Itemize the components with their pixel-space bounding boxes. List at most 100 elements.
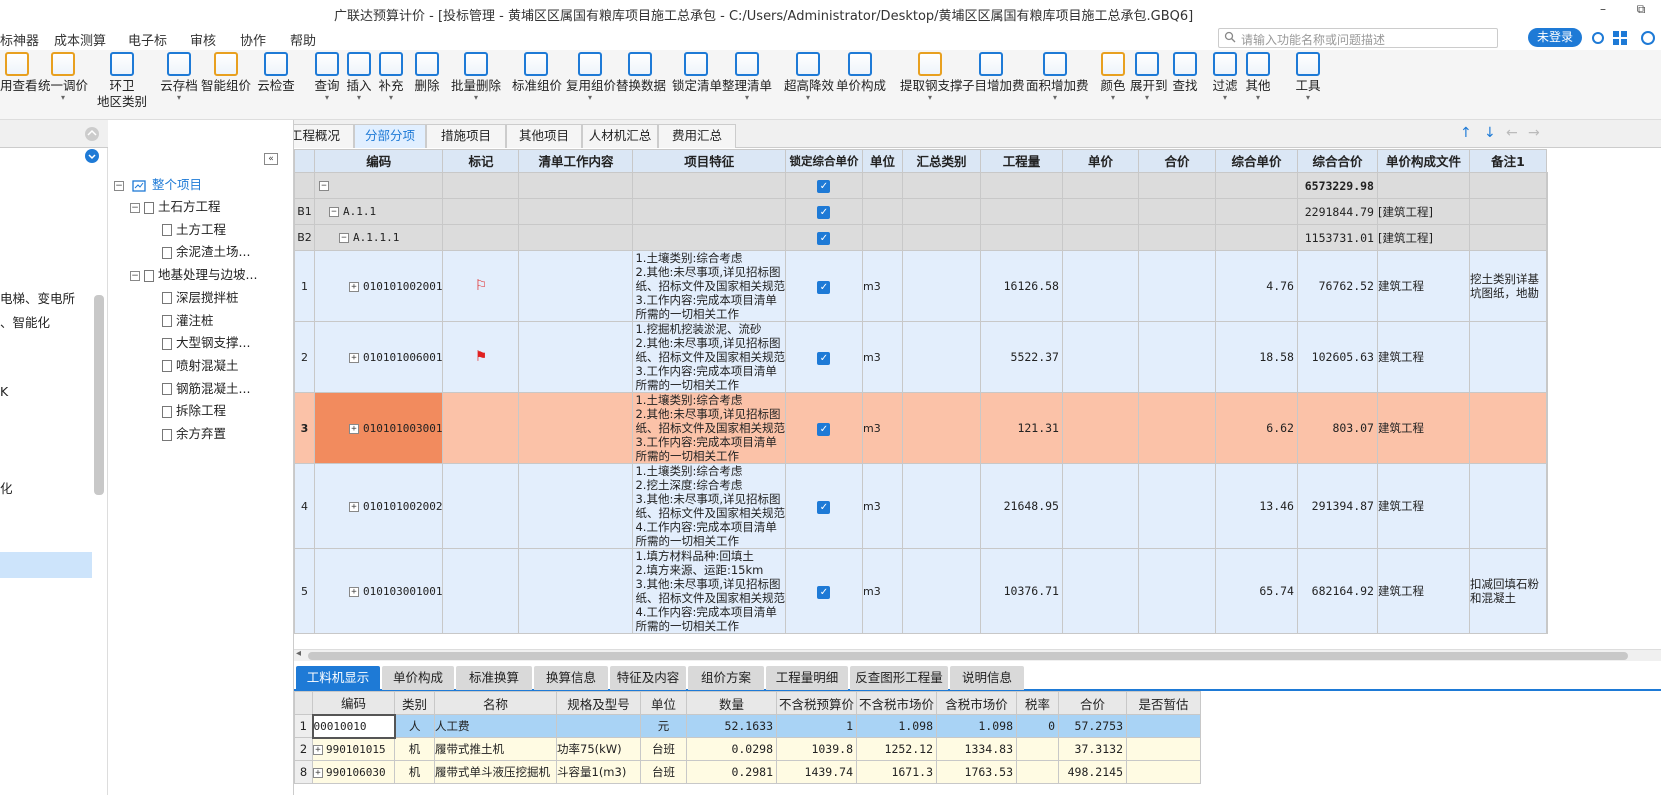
column-header[interactable]: 名称 <box>434 691 557 715</box>
lock-price-cell[interactable]: ✓ <box>784 392 863 464</box>
tree-node[interactable]: 钢筋混凝土... <box>162 378 250 397</box>
column-header[interactable]: 编码 <box>313 149 444 173</box>
mark-cell[interactable]: ⚐ <box>442 250 520 322</box>
name-cell[interactable]: 履带式单斗液压挖掘机 <box>434 760 557 784</box>
menu-item-collab[interactable]: 协作 <box>240 30 266 49</box>
collapse-icon[interactable]: − <box>319 181 329 191</box>
remark-cell[interactable]: 扣减回填石粉和混凝土 <box>1468 548 1547 634</box>
login-button[interactable]: 未登录 <box>1528 28 1582 47</box>
total-price-cell[interactable]: 291394.87 <box>1296 463 1378 549</box>
lock-price-cell[interactable]: ✓ <box>784 172 863 199</box>
unit-price-cell[interactable] <box>1214 198 1298 225</box>
collapse-icon[interactable]: − <box>114 180 124 191</box>
price-cell[interactable] <box>1061 198 1139 225</box>
amount-cell[interactable] <box>1137 548 1216 634</box>
apps-icon[interactable] <box>1612 30 1628 46</box>
unit-price-cell[interactable]: 18.58 <box>1214 321 1298 393</box>
toolbar-sub-fee-button[interactable]: 子目增加费 <box>962 52 1025 94</box>
expand-icon[interactable]: + <box>349 281 359 292</box>
tab-6[interactable]: 费用汇总 <box>658 124 736 148</box>
column-header[interactable]: 清单工作内容 <box>518 149 634 173</box>
tree-node[interactable]: 灌注桩 <box>162 310 214 329</box>
menu-item-tool[interactable]: 标神器 <box>0 30 39 49</box>
feature-cell[interactable]: 1.土壤类别:综合考虑 2.挖土深度:综合考虑 3.其他:未尽事项,详见招标图 纸、招… <box>632 463 786 549</box>
code-cell[interactable]: − A.1.1.1 <box>313 224 444 251</box>
unit-cell[interactable] <box>861 172 903 199</box>
remark-cell[interactable] <box>1468 321 1547 393</box>
work-content-cell[interactable] <box>518 548 634 634</box>
price-file-cell[interactable]: 建筑工程 <box>1376 463 1470 549</box>
remark-cell[interactable] <box>1468 392 1547 464</box>
total-price-cell[interactable]: 6573229.98 <box>1296 172 1378 199</box>
code-cell[interactable]: − <box>313 172 444 199</box>
lock-price-cell[interactable]: ✓ <box>784 321 863 393</box>
tax-cell[interactable] <box>1016 737 1059 761</box>
expand-icon[interactable]: + <box>349 352 359 363</box>
work-content-cell[interactable] <box>518 224 634 251</box>
category-cell[interactable]: 机 <box>394 737 435 761</box>
column-header[interactable]: 项目特征 <box>632 149 786 173</box>
feature-cell[interactable]: 1.土壤类别:综合考虑 2.其他:未尽事项,详见招标图 纸、招标文件及国家相关规范 3… <box>632 392 786 464</box>
lock-price-cell[interactable]: ✓ <box>784 224 863 251</box>
table-row[interactable]: 2 +010101006001 ⚑ 1.挖掘机挖装淤泥、流砂 2.其他:未尽事项,详见招… <box>294 321 1548 393</box>
search-box[interactable]: 请输入功能名称或问题描述 <box>1218 28 1498 48</box>
tree-node[interactable]: 余方弃置 <box>162 423 226 442</box>
minimize-button[interactable]: – <box>1588 2 1618 22</box>
quantity-cell[interactable]: 121.31 <box>979 392 1063 464</box>
amount-cell[interactable] <box>1137 463 1216 549</box>
table-row[interactable]: 3 +010101003001 1.土壤类别:综合考虑 2.其他:未尽事项,详见招标图… <box>294 392 1548 464</box>
quantity-cell[interactable]: 10376.71 <box>979 548 1063 634</box>
bottom-tab-8[interactable]: 说明信息 <box>950 666 1024 690</box>
toolbar-supplement-button[interactable]: 补充 ▾ <box>378 52 404 102</box>
toolbar-insert-button[interactable]: 插入 ▾ <box>346 52 372 102</box>
lock-price-cell[interactable]: ✓ <box>784 548 863 634</box>
price-cell[interactable] <box>1061 250 1139 322</box>
toolbar-cloud-save-button[interactable]: 云存档 ▾ <box>160 52 198 102</box>
lock-price-cell[interactable]: ✓ <box>784 250 863 322</box>
price-file-cell[interactable]: 建筑工程 <box>1376 392 1470 464</box>
price-file-cell[interactable] <box>1376 172 1470 199</box>
unit-cell[interactable]: m3 <box>861 250 903 322</box>
name-cell[interactable]: 履带式推土机 <box>434 737 557 761</box>
work-content-cell[interactable] <box>518 198 634 225</box>
toolbar-color-button[interactable]: 颜色 ▾ <box>1100 52 1126 102</box>
price-cell[interactable] <box>1061 172 1139 199</box>
p3-cell[interactable]: 1.098 <box>936 714 1017 738</box>
total-price-cell[interactable]: 682164.92 <box>1296 548 1378 634</box>
table-row[interactable]: − ✓ 6573229.98 <box>294 172 1548 199</box>
code-cell[interactable]: +010101002001 <box>313 250 444 322</box>
remark-cell[interactable] <box>1468 172 1547 199</box>
price-file-cell[interactable]: 建筑工程 <box>1376 321 1470 393</box>
p1-cell[interactable]: 1439.74 <box>776 760 857 784</box>
tab-5[interactable]: 人材机汇总 <box>582 124 658 148</box>
toolbar-reuse-price-button[interactable]: 复用组价 ▾ <box>566 52 616 102</box>
qty-cell[interactable]: 0.2981 <box>686 760 777 784</box>
toolbar-sort-list-button[interactable]: 整理清单 ▾ <box>722 52 772 102</box>
toolbar-find-button[interactable]: 查找 <box>1172 52 1198 94</box>
column-header[interactable]: 不含税市场价 <box>856 691 937 715</box>
quantity-cell[interactable]: 16126.58 <box>979 250 1063 322</box>
toolbar-smart-price-button[interactable]: 智能组价 <box>200 52 252 94</box>
column-header[interactable]: 含税市场价 <box>936 691 1017 715</box>
tree-node[interactable]: 喷射混凝土 <box>162 355 239 374</box>
feature-cell[interactable]: 1.填方材料品种:回填土 2.填方来源、运距:15km 3.其他:未尽事项,详见招标… <box>632 548 786 634</box>
unit-price-cell[interactable] <box>1214 172 1298 199</box>
column-header[interactable]: 类别 <box>394 691 435 715</box>
work-content-cell[interactable] <box>518 321 634 393</box>
summary-category-cell[interactable] <box>901 198 981 225</box>
toolbar-view-button[interactable]: 用查看 <box>0 52 38 94</box>
total-cell[interactable]: 37.3132 <box>1058 737 1127 761</box>
total-cell[interactable]: 498.2145 <box>1058 760 1127 784</box>
collapse-tree-icon[interactable]: « <box>264 153 278 165</box>
arrow-down-icon[interactable]: ↓ <box>1484 125 1496 141</box>
expand-icon[interactable]: + <box>313 767 323 778</box>
table-row[interactable]: 2 +990101015 机履带式推土机 功率75(kW) 台班 0.0298 1039.8… <box>294 737 1201 761</box>
checkbox-checked-icon[interactable]: ✓ <box>817 280 831 294</box>
qty-cell[interactable]: 52.1633 <box>686 714 777 738</box>
toolbar-tools-button[interactable]: 工具 ▾ <box>1294 52 1322 102</box>
bottom-tab-4[interactable]: 特征及内容 <box>610 666 686 690</box>
column-header[interactable]: 单位 <box>861 149 903 173</box>
tab-3[interactable]: 措施项目 <box>426 124 506 148</box>
checkbox-checked-icon[interactable]: ✓ <box>817 351 831 365</box>
spec-cell[interactable]: 功率75(kW) <box>556 737 641 761</box>
